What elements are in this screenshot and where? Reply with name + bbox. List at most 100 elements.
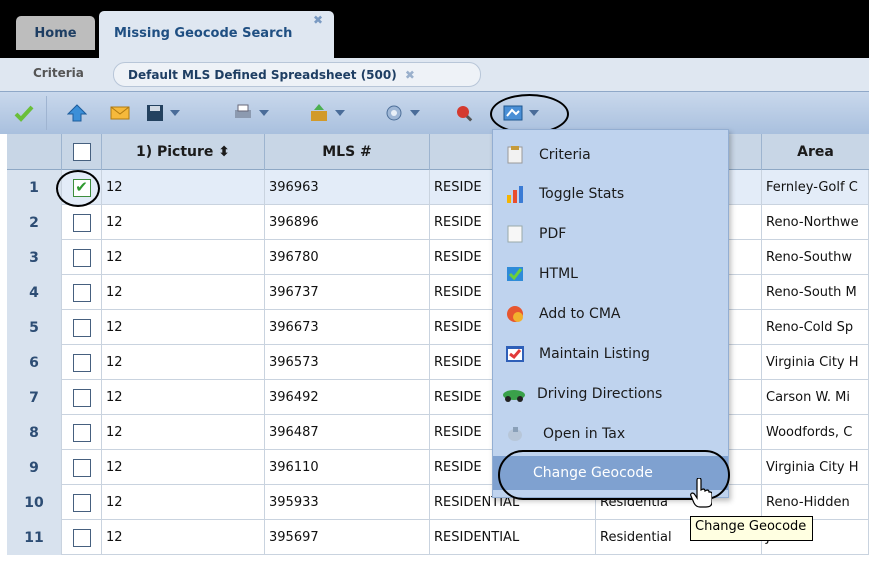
chevron-down-icon[interactable]: [410, 110, 420, 116]
table-row[interactable]: 1 ✔ 12 396963 RESIDE Fernley-Golf C: [7, 170, 869, 205]
cell-mls: 395933: [265, 485, 430, 520]
settings-button[interactable]: [384, 100, 420, 126]
toolbar-divider: [46, 96, 47, 130]
cell-mls: 396896: [265, 205, 430, 240]
row-checkbox-cell: [62, 380, 102, 415]
tooltip: Change Geocode: [690, 516, 814, 541]
cell-num: 3: [7, 240, 62, 275]
header-select-all[interactable]: [62, 134, 102, 170]
cell-picture: 12: [102, 240, 265, 275]
cell-num: 5: [7, 310, 62, 345]
cell-picture: 12: [102, 310, 265, 345]
cell-num: 10: [7, 485, 62, 520]
menu-item-pdf[interactable]: PDF: [493, 214, 728, 254]
table-row[interactable]: 4 12 396737 RESIDE Reno-South M: [7, 275, 869, 310]
cell-area: Reno-Cold Sp: [762, 310, 869, 345]
email-button[interactable]: [110, 100, 130, 126]
cma-icon: [507, 306, 523, 322]
print-button[interactable]: [233, 100, 269, 126]
menu-item-open-in-tax[interactable]: Open in Tax: [493, 414, 728, 454]
cell-mls: 396492: [265, 380, 430, 415]
stats-icon: [507, 186, 523, 203]
cell-picture: 12: [102, 170, 265, 205]
menu-item-html[interactable]: HTML: [493, 254, 728, 294]
row-checkbox[interactable]: [72, 248, 91, 267]
menu-item-label: Driving Directions: [537, 386, 663, 402]
chevron-down-icon[interactable]: [259, 110, 269, 116]
table-row[interactable]: 6 12 396573 RESIDE Virginia City H: [7, 345, 869, 380]
row-checkbox[interactable]: [72, 353, 91, 372]
cell-mls: 396780: [265, 240, 430, 275]
header-picture[interactable]: 1) Picture ⬍: [102, 134, 265, 170]
check-all-button[interactable]: [14, 100, 34, 126]
row-checkbox[interactable]: [72, 283, 91, 302]
cell-num: 11: [7, 520, 62, 555]
cell-mls: 396673: [265, 310, 430, 345]
select-all-checkbox[interactable]: [72, 143, 91, 161]
cell-mls: 396487: [265, 415, 430, 450]
criteria-chip[interactable]: Default MLS Defined Spreadsheet (500) ✖: [113, 62, 481, 87]
cell-area: Reno-South M: [762, 275, 869, 310]
menu-item-maintain-listing[interactable]: Maintain Listing: [493, 334, 728, 374]
checkmark-icon: [14, 105, 34, 122]
header-area[interactable]: Area: [762, 134, 869, 170]
maintain-icon: [506, 346, 524, 362]
save-button[interactable]: [146, 100, 180, 126]
menu-item-driving-directions[interactable]: Driving Directions: [493, 374, 728, 414]
chevron-down-icon[interactable]: [170, 110, 180, 116]
highlight-ring-checkbox: [56, 170, 100, 207]
tab-home[interactable]: Home: [16, 16, 95, 50]
criteria-label[interactable]: Criteria: [33, 66, 84, 80]
table-row[interactable]: 8 12 396487 RESIDE Woodfords, C: [7, 415, 869, 450]
menu-item-label: Add to CMA: [539, 306, 621, 322]
menu-item-criteria[interactable]: Criteria: [493, 135, 728, 175]
chip-close-icon[interactable]: ✖: [405, 68, 415, 82]
html-icon: [507, 267, 523, 281]
cell-area: Virginia City H: [762, 345, 869, 380]
header-mls[interactable]: MLS #: [265, 134, 430, 170]
cell-picture: 12: [102, 345, 265, 380]
row-checkbox-cell: [62, 415, 102, 450]
row-checkbox-cell: [62, 275, 102, 310]
table-row[interactable]: 5 12 396673 RESIDE Reno-Cold Sp: [7, 310, 869, 345]
tab-missing-geocode-search[interactable]: Missing Geocode Search ✖: [99, 11, 334, 58]
row-checkbox[interactable]: [72, 528, 91, 547]
row-checkbox[interactable]: [72, 493, 91, 512]
row-checkbox-cell: [62, 240, 102, 275]
row-checkbox[interactable]: [72, 458, 91, 477]
cell-mls: 396573: [265, 345, 430, 380]
menu-item-toggle-stats[interactable]: Toggle Stats: [493, 174, 728, 214]
home-up-button[interactable]: [67, 100, 87, 126]
cell-picture: 12: [102, 450, 265, 485]
table-row[interactable]: 3 12 396780 RESIDE Reno-Southw: [7, 240, 869, 275]
row-checkbox[interactable]: [72, 423, 91, 442]
cell-picture: 12: [102, 485, 265, 520]
row-checkbox[interactable]: [72, 388, 91, 407]
row-checkbox[interactable]: [72, 318, 91, 337]
printer-icon: [235, 104, 251, 118]
export-button[interactable]: [309, 100, 345, 126]
criteria-row: Criteria Default MLS Defined Spreadsheet…: [0, 58, 869, 91]
table-row[interactable]: 10 12 395933 RESIDENTIAL Residentia Reno-Hidd…: [7, 485, 869, 520]
cell-mls: 396737: [265, 275, 430, 310]
search-globe-icon: [457, 106, 473, 122]
cell-num: 4: [7, 275, 62, 310]
tab-close-icon[interactable]: ✖: [313, 13, 323, 27]
table-row[interactable]: 9 12 396110 RESIDE Virginia City H: [7, 450, 869, 485]
cell-area: Reno-Hidden: [762, 485, 869, 520]
cell-picture: 12: [102, 520, 265, 555]
car-icon: [503, 390, 525, 402]
highlight-ring-toolbar: [490, 94, 569, 134]
header-rownum: [7, 134, 62, 170]
menu-item-add-to-cma[interactable]: Add to CMA: [493, 294, 728, 334]
menu-item-label: Maintain Listing: [539, 346, 650, 362]
table-row[interactable]: 7 12 396492 RESIDE Carson W. Mi: [7, 380, 869, 415]
cell-area: Carson W. Mi: [762, 380, 869, 415]
cell-area: Reno-Northwe: [762, 205, 869, 240]
up-arrow-icon: [67, 104, 87, 122]
chevron-down-icon[interactable]: [335, 110, 345, 116]
table-row[interactable]: 2 12 396896 RESIDE Reno-Northwe: [7, 205, 869, 240]
row-checkbox[interactable]: [72, 213, 91, 232]
cell-mls: 396110: [265, 450, 430, 485]
geocode-lookup-button[interactable]: [455, 100, 475, 126]
